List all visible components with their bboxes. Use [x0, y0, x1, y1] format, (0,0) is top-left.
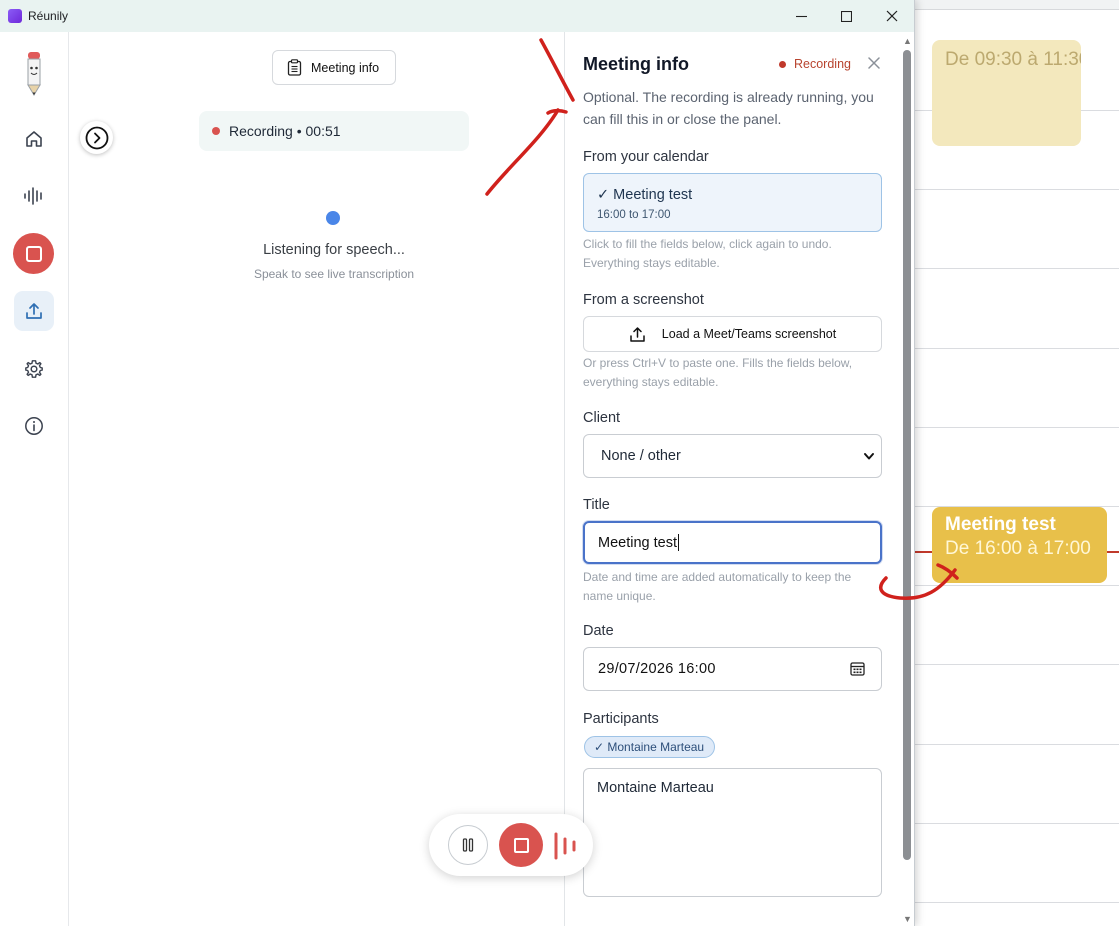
title-label: Title [583, 497, 610, 513]
title-bar[interactable]: Réunily [0, 0, 914, 32]
minimize-button[interactable] [781, 4, 821, 28]
listening-indicator [326, 211, 340, 225]
calendar-event-morning[interactable]: De 09:30 à 11:30 [932, 40, 1081, 146]
scroll-up-arrow[interactable]: ▲ [902, 36, 913, 46]
expand-panel-button[interactable] [80, 121, 113, 154]
upload-icon [630, 326, 645, 342]
close-panel-button[interactable] [864, 53, 884, 73]
calendar-event-card-time: 16:00 to 17:00 [597, 209, 671, 221]
recording-status-pill: Recording • 00:51 [199, 111, 469, 151]
calendar-picker-icon[interactable] [850, 661, 865, 676]
load-screenshot-button[interactable]: Load a Meet/Teams screenshot [583, 316, 882, 352]
calendar-event-time: De 09:30 à 11:30 [945, 49, 1081, 70]
stop-icon [513, 837, 529, 853]
client-label: Client [583, 410, 621, 426]
sidebar-item-home[interactable] [14, 119, 54, 159]
scrollbar-thumb[interactable] [903, 50, 911, 860]
calendar-hint: Click to fill the fields below, click ag… [583, 237, 832, 270]
calendar-gridline [914, 902, 1119, 903]
load-screenshot-button-label: Load a Meet/Teams screenshot [661, 327, 837, 341]
meeting-info-button-label: Meeting info [311, 60, 380, 75]
calendar-gridline [914, 189, 1119, 190]
title-hint: Date and time are added automatically to… [583, 570, 852, 603]
listening-title: Listening for speech... [263, 242, 405, 258]
waveform-icon [24, 187, 42, 205]
audio-level-icon [554, 832, 576, 860]
recording-dot [779, 60, 786, 68]
recording-dot [212, 127, 220, 135]
calendar-gridline [914, 268, 1119, 269]
calendar-gridline [914, 823, 1119, 824]
title-input[interactable]: Meeting test [583, 521, 882, 564]
app-logo-icon [8, 9, 22, 23]
upload-icon [26, 303, 42, 319]
recording-controls [429, 814, 593, 876]
home-icon [26, 131, 42, 147]
calendar-event-card-title: ✓ Meeting test [597, 187, 693, 203]
app-title: Réunily [28, 9, 69, 23]
stop-button[interactable] [499, 823, 543, 867]
date-label: Date [583, 623, 614, 639]
participants-label: Participants [583, 711, 659, 727]
chevron-right-circle-icon [85, 126, 108, 149]
calendar-gridline [914, 348, 1119, 349]
sidebar-item-about[interactable] [14, 406, 54, 446]
sidebar-item-recordings[interactable] [14, 176, 54, 216]
gear-icon [25, 360, 43, 378]
participants-textarea[interactable]: Montaine Marteau [583, 768, 882, 897]
title-input-value: Meeting test [598, 534, 677, 551]
panel-title: Meeting info [583, 54, 689, 74]
meeting-info-button[interactable]: Meeting info [272, 50, 396, 85]
calendar-section-label: From your calendar [583, 149, 709, 165]
stop-record-icon [25, 245, 42, 262]
panel-description: Optional. The recording is already runni… [583, 89, 874, 127]
sidebar-item-upload[interactable] [14, 291, 54, 331]
recording-badge-label: Recording [794, 57, 851, 71]
pause-icon [462, 838, 474, 852]
text-caret [678, 534, 679, 551]
calendar-event-meeting-test[interactable]: Meeting test De 16:00 à 17:00 [932, 507, 1107, 583]
screenshot-section-label: From a screenshot [583, 292, 704, 308]
participant-chip[interactable]: ✓ Montaine Marteau [584, 736, 716, 758]
meeting-info-panel: Meeting info Recording Optional. The rec… [564, 32, 901, 926]
scroll-down-arrow[interactable]: ▼ [902, 914, 913, 924]
minimize-icon [795, 15, 807, 17]
recording-view: Meeting info Recording • 00:51 Listening… [69, 32, 564, 926]
clipboard-icon [287, 59, 302, 76]
calendar-event-title: Meeting test [945, 514, 1056, 535]
sidebar-item-record[interactable] [13, 233, 54, 274]
pause-button[interactable] [448, 825, 488, 865]
recording-timer: Recording • 00:51 [229, 123, 341, 139]
date-input[interactable]: 29/07/2026 16:00 [583, 647, 882, 691]
calendar-gridline [914, 427, 1119, 428]
close-icon [886, 10, 898, 22]
calendar-event-card[interactable]: ✓ Meeting test 16:00 to 17:00 [583, 173, 882, 232]
client-select[interactable]: None / other [583, 434, 882, 478]
calendar-gridline [914, 664, 1119, 665]
recording-badge: Recording [779, 57, 851, 71]
date-input-value: 29/07/2026 16:00 [598, 661, 716, 677]
close-icon [868, 57, 880, 69]
close-window-button[interactable] [872, 4, 912, 28]
app-window: Réunily Meeting info Recording • 00:51 L… [0, 0, 915, 926]
calendar-gridline [914, 585, 1119, 586]
listening-subtitle: Speak to see live transcription [253, 267, 415, 281]
maximize-button[interactable] [826, 4, 866, 28]
maximize-icon [840, 10, 852, 22]
pencil-mascot-logo [20, 48, 48, 98]
client-select-value: None / other [601, 448, 681, 464]
screenshot-hint: Or press Ctrl+V to paste one. Fills the … [583, 356, 853, 389]
calendar-gridline [914, 744, 1119, 745]
sidebar-item-settings[interactable] [14, 349, 54, 389]
info-icon [25, 417, 43, 435]
background-calendar-header [914, 0, 1119, 10]
calendar-event-time: De 16:00 à 17:00 [945, 538, 1091, 559]
chevron-down-icon [864, 453, 874, 460]
sidebar [0, 32, 69, 926]
